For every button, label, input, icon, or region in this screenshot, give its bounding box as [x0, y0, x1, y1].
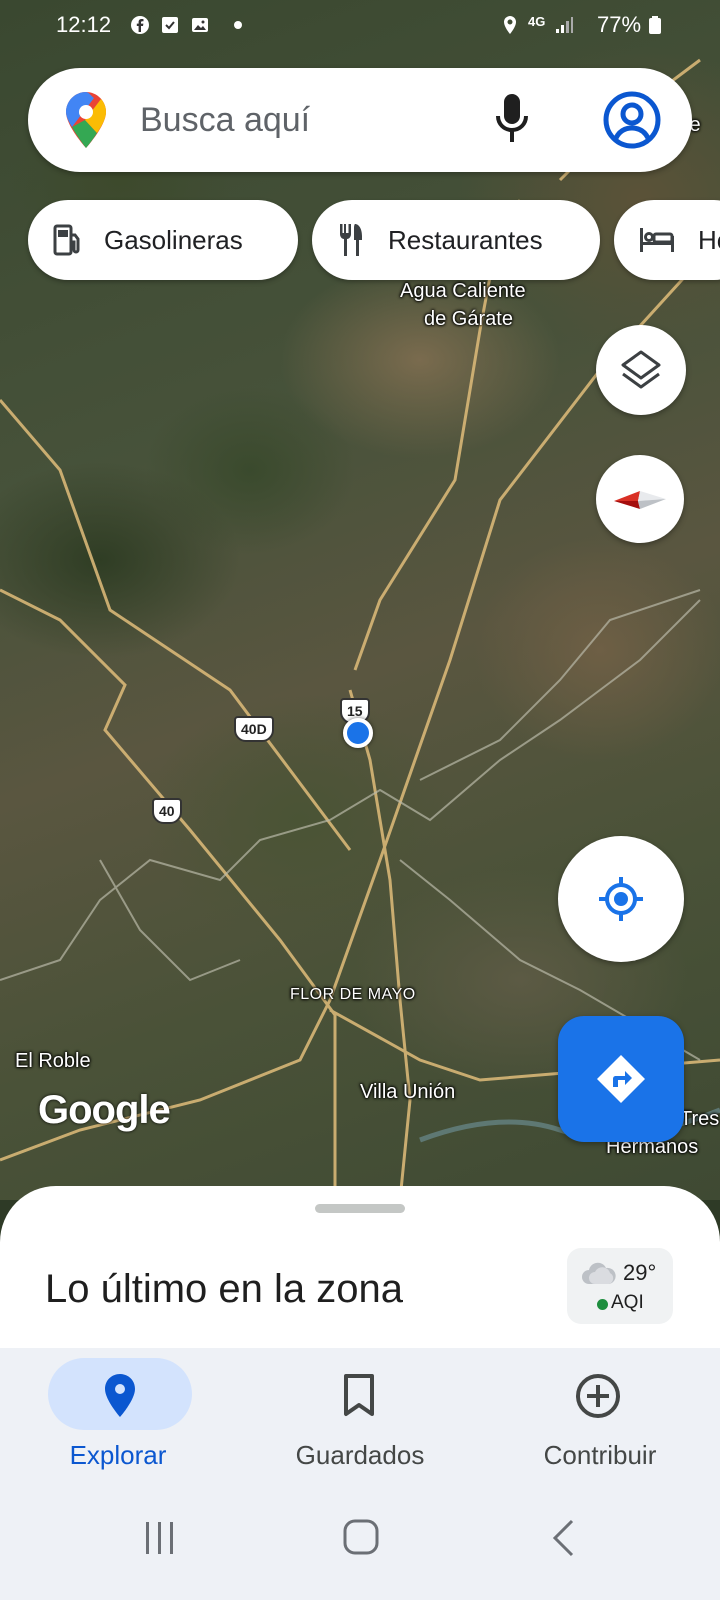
- bottom-sheet[interactable]: Lo último en la zona 29° AQI: [0, 1186, 720, 1348]
- bookmark-icon: [344, 1374, 374, 1416]
- google-logo: Google: [38, 1088, 171, 1132]
- weather-chip[interactable]: 29° AQI: [567, 1248, 673, 1324]
- layers-icon: [621, 350, 661, 389]
- home-icon[interactable]: [342, 1518, 380, 1556]
- notification-dot-icon: [234, 21, 242, 29]
- map-label-agua-caliente[interactable]: Agua Caliente: [400, 280, 526, 303]
- aqi-label: AQI: [611, 1292, 644, 1313]
- compass-button[interactable]: [596, 455, 684, 543]
- my-location-icon: [599, 877, 643, 921]
- chip-hotels-label: Ho: [698, 224, 720, 255]
- location-status-icon: [504, 16, 516, 34]
- hotel-bed-icon: [640, 228, 674, 252]
- sheet-title: Lo último en la zona: [45, 1267, 404, 1311]
- layers-button[interactable]: [596, 325, 686, 415]
- tab-explore[interactable]: Explorar: [0, 1348, 220, 1488]
- task-check-icon: [162, 17, 178, 33]
- network-type: 4G: [528, 14, 546, 29]
- microphone-icon[interactable]: [492, 92, 532, 148]
- back-icon[interactable]: [550, 1518, 576, 1558]
- map-label-de-garate[interactable]: de Gárate: [424, 308, 513, 331]
- google-maps-logo-icon: [66, 92, 106, 148]
- recent-apps-icon[interactable]: [142, 1520, 178, 1556]
- account-icon[interactable]: [602, 90, 662, 150]
- add-circle-icon: [576, 1374, 620, 1418]
- map-label-flor-de-mayo[interactable]: FLOR DE MAYO: [290, 986, 416, 1004]
- battery-level: 77%: [597, 12, 642, 37]
- compass-icon: [614, 491, 666, 509]
- search-bar[interactable]: Busca aquí: [28, 68, 692, 172]
- bottom-navigation: Explorar Guardados Contribuir: [0, 1348, 720, 1488]
- chip-gas-label: Gasolineras: [104, 224, 243, 255]
- tab-contribute-label: Contribuir: [543, 1440, 657, 1470]
- location-pin-icon: [105, 1374, 135, 1417]
- search-input[interactable]: Busca aquí: [140, 101, 310, 140]
- system-navigation-bar: [0, 1488, 720, 1600]
- tab-saved-label: Guardados: [295, 1440, 425, 1470]
- chip-gas-stations[interactable]: Gasolineras: [28, 200, 298, 280]
- facebook-icon: [131, 16, 149, 34]
- chip-restaurants-label: Restaurantes: [388, 224, 543, 255]
- status-time: 12:12: [56, 12, 112, 37]
- chip-hotels[interactable]: Ho: [614, 200, 720, 280]
- tab-saved[interactable]: Guardados: [240, 1348, 460, 1488]
- restaurant-icon: [340, 224, 362, 256]
- status-bar: 12:12 4G 77%: [0, 0, 720, 50]
- weather-temperature: 29°: [623, 1260, 657, 1285]
- directions-icon: [597, 1055, 645, 1103]
- signal-icon: [556, 17, 573, 33]
- chip-restaurants[interactable]: Restaurantes: [312, 200, 600, 280]
- map-label-el-roble[interactable]: El Roble: [15, 1050, 91, 1073]
- directions-button[interactable]: [558, 1016, 684, 1142]
- tab-contribute[interactable]: Contribuir: [480, 1348, 700, 1488]
- battery-icon: [649, 16, 661, 34]
- cloud-icon: [582, 1262, 616, 1284]
- highway-shield-40: 40: [152, 798, 182, 824]
- sheet-drag-handle[interactable]: [315, 1204, 405, 1213]
- map-label-tres[interactable]: Tres: [680, 1108, 719, 1131]
- map-label-villa-union[interactable]: Villa Unión: [360, 1081, 455, 1104]
- gas-station-icon: [53, 224, 80, 256]
- aqi-status-dot: [597, 1299, 608, 1310]
- current-location-dot[interactable]: [343, 718, 373, 748]
- tab-explore-label: Explorar: [69, 1440, 167, 1470]
- gallery-icon: [192, 18, 208, 32]
- my-location-button[interactable]: [558, 836, 684, 962]
- highway-shield-40d: 40D: [234, 716, 274, 742]
